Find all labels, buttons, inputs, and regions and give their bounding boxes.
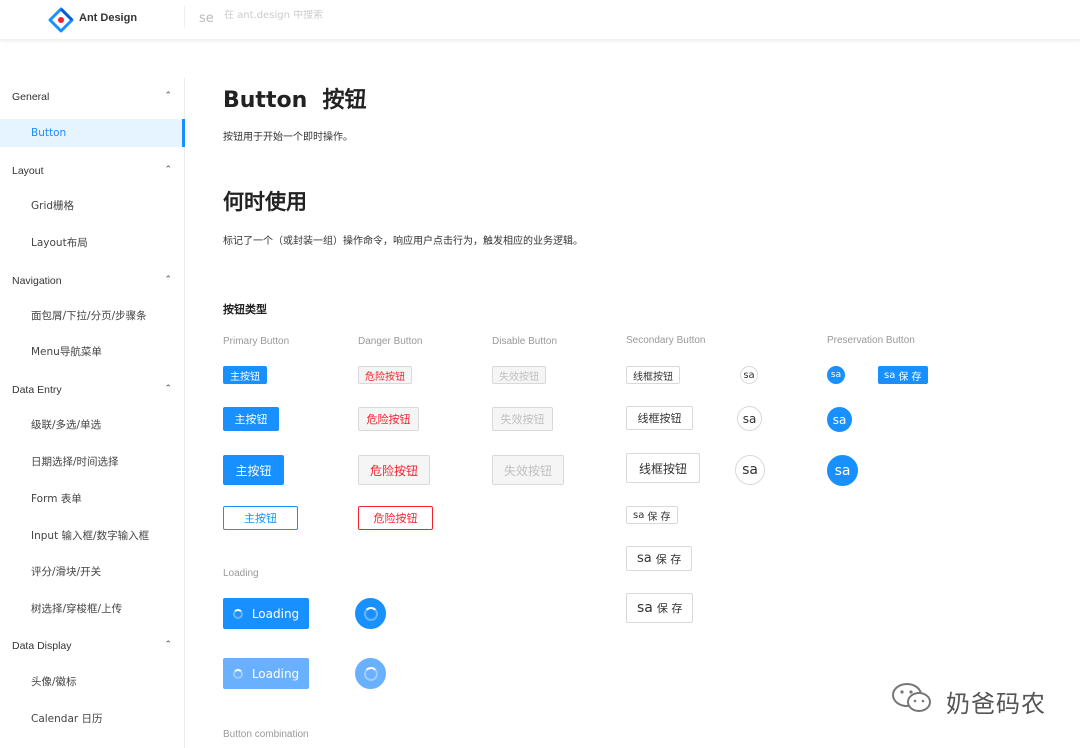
primary-ghost-button[interactable]: 主按钮 — [223, 506, 298, 530]
chevron-up-icon: ⌃ — [164, 90, 172, 100]
sidebar: General ⌃ Button Layout ⌃ Grid栅格 Layout布局 … — [0, 78, 185, 748]
when-to-use-description: 标记了一个（或封装一组）操作命令，响应用户点击行为，触发相应的业务逻辑。 — [223, 236, 583, 247]
danger-button-small[interactable]: 危险按钮 — [358, 366, 412, 384]
sidebar-item-form[interactable]: Form 表单 — [0, 485, 185, 513]
danger-button-large[interactable]: 危险按钮 — [358, 455, 430, 485]
wechat-icon — [892, 683, 931, 712]
save-icon: sa — [633, 509, 645, 521]
sidebar-item-cascader[interactable]: 级联/多选/单选 — [0, 411, 185, 439]
save-button-outline-default[interactable]: sa 保 存 — [626, 546, 693, 571]
page-title: Button 按钮 — [223, 88, 367, 113]
sidebar-group-navigation[interactable]: Navigation ⌃ — [12, 274, 172, 287]
loading-spinner-icon — [363, 666, 378, 681]
column-label-danger: Danger Button — [358, 336, 423, 347]
loading-spinner-icon — [232, 668, 243, 679]
sidebar-item-grid[interactable]: Grid栅格 — [0, 192, 185, 220]
primary-circle-icon-button-default[interactable]: sa — [827, 407, 852, 432]
primary-circle-icon-button-large[interactable]: sa — [827, 455, 858, 486]
sidebar-item-menu[interactable]: Menu导航菜单 — [0, 338, 185, 366]
circle-icon-button-default[interactable]: sa — [737, 406, 762, 431]
disabled-button-default[interactable]: 失效按钮 — [492, 407, 553, 431]
save-button-outline-large[interactable]: sa 保 存 — [626, 593, 694, 623]
search-input[interactable] — [224, 10, 524, 21]
sidebar-item-avatar[interactable]: 头像/徽标 — [0, 668, 185, 696]
app-title[interactable]: Ant Design — [79, 12, 137, 24]
watermark-text: 奶爸码农 — [946, 690, 1046, 718]
header-divider — [184, 6, 185, 28]
sidebar-item-input[interactable]: Input 输入框/数字输入框 — [0, 522, 185, 550]
circle-icon-button-small[interactable]: sa — [740, 366, 758, 384]
page-intro: 按钮用于开始一个即时操作。 — [223, 132, 353, 143]
sidebar-item-layout[interactable]: Layout布局 — [0, 229, 185, 257]
when-to-use-title: 何时使用 — [223, 190, 307, 214]
save-icon: sa — [637, 551, 652, 566]
sidebar-item-treeselect[interactable]: 树选择/穿梭框/上传 — [0, 595, 185, 623]
sidebar-group-data-display[interactable]: Data Display ⌃ — [12, 639, 172, 652]
loading-button-disabled[interactable]: Loading — [223, 658, 309, 689]
column-label-disable: Disable Button — [492, 336, 558, 347]
loading-spinner-icon — [363, 606, 378, 621]
loading-spinner-icon — [232, 608, 243, 619]
save-button-outline-small[interactable]: sa 保 存 — [626, 506, 678, 524]
chevron-up-icon: ⌃ — [164, 639, 172, 649]
outline-button-large[interactable]: 线框按钮 — [626, 453, 700, 483]
sidebar-item-rate[interactable]: 评分/滑块/开关 — [0, 558, 185, 586]
sidebar-item-calendar[interactable]: Calendar 日历 — [0, 705, 185, 733]
chevron-up-icon: ⌃ — [164, 164, 172, 174]
sidebar-item-datepicker[interactable]: 日期选择/时间选择 — [0, 448, 185, 476]
ant-design-logo-icon[interactable] — [48, 7, 74, 33]
disabled-button-large[interactable]: 失效按钮 — [492, 455, 564, 485]
save-icon: sa — [637, 600, 653, 616]
sidebar-group-general[interactable]: General ⌃ — [12, 90, 172, 103]
primary-button-small[interactable]: 主按钮 — [223, 366, 267, 384]
sidebar-group-layout[interactable]: Layout ⌃ — [12, 164, 172, 177]
disabled-button-small[interactable]: 失效按钮 — [492, 366, 546, 384]
loading-button[interactable]: Loading — [223, 598, 309, 629]
sidebar-item-button[interactable]: Button — [0, 119, 185, 147]
column-label-primary: Primary Button — [223, 336, 290, 347]
button-types-title: 按钮类型 — [223, 303, 267, 316]
top-header: Ant Design se — [0, 0, 1080, 40]
save-icon: sa — [884, 369, 896, 381]
danger-button-default[interactable]: 危险按钮 — [358, 407, 419, 431]
loading-circle-button[interactable] — [355, 598, 386, 629]
chevron-up-icon: ⌃ — [164, 274, 172, 284]
primary-button-default[interactable]: 主按钮 — [223, 407, 279, 431]
primary-button-large[interactable]: 主按钮 — [223, 455, 284, 485]
sidebar-group-data-entry[interactable]: Data Entry ⌃ — [12, 383, 172, 396]
sidebar-item-breadcrumb[interactable]: 面包屑/下拉/分页/步骤条 — [0, 302, 185, 330]
loading-circle-button-disabled[interactable] — [355, 658, 386, 689]
danger-ghost-button[interactable]: 危险按钮 — [358, 506, 433, 530]
button-combination-title: Button combination — [223, 729, 309, 740]
column-label-preservation: Preservation Button — [827, 335, 915, 346]
primary-save-button-small[interactable]: sa 保 存 — [878, 366, 928, 384]
outline-button-small[interactable]: 线框按钮 — [626, 366, 680, 384]
loading-title: Loading — [223, 568, 259, 579]
primary-circle-icon-button-small[interactable]: sa — [827, 366, 845, 384]
chevron-up-icon: ⌃ — [164, 383, 172, 393]
search-icon: se — [199, 11, 214, 26]
circle-icon-button-large[interactable]: sa — [735, 455, 765, 485]
outline-button-default[interactable]: 线框按钮 — [626, 406, 693, 430]
column-label-secondary: Secondary Button — [626, 335, 706, 346]
